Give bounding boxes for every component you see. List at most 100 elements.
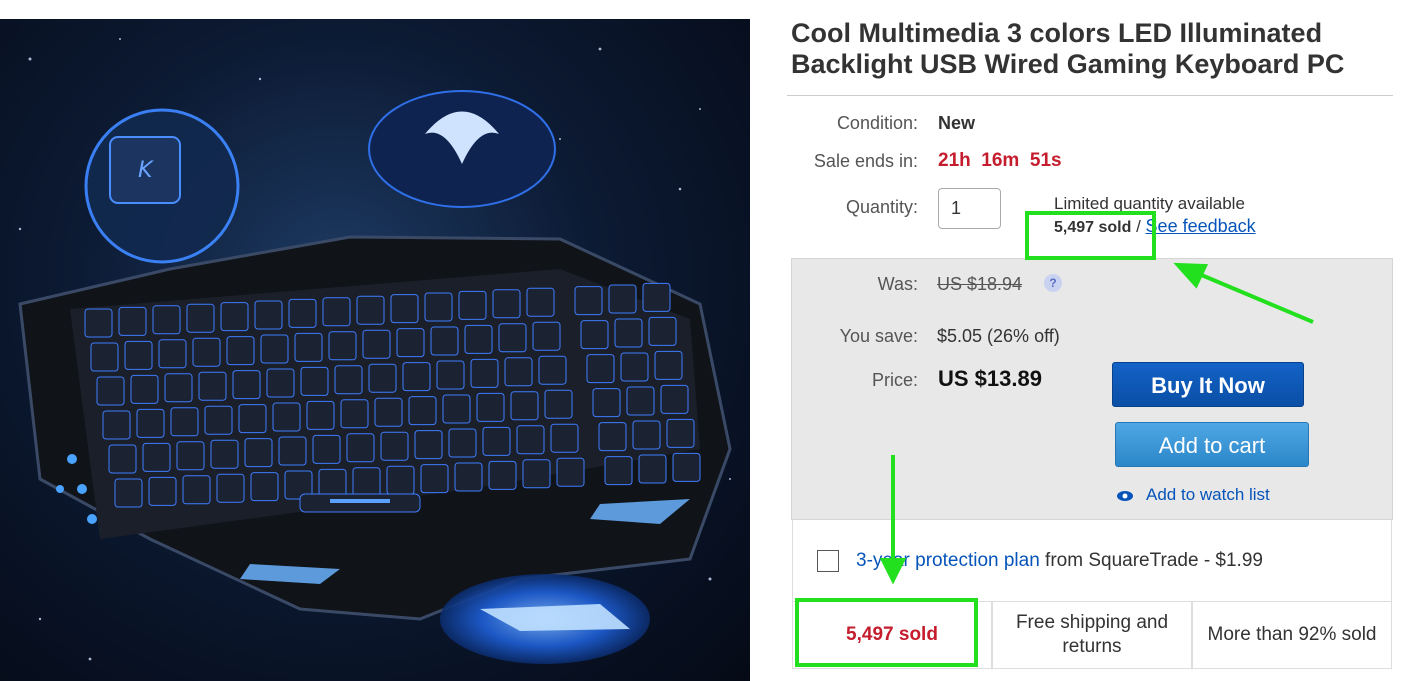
keyboard-key — [356, 295, 385, 325]
question-icon[interactable]: ? — [1044, 274, 1062, 292]
keyboard-key — [672, 452, 701, 482]
keyboard-key — [124, 340, 153, 370]
keyboard-key — [108, 444, 137, 474]
keyboard-key — [402, 362, 431, 392]
product-image[interactable]: K — [0, 19, 750, 681]
keyboard-key — [390, 294, 419, 324]
keyboard-key — [226, 336, 255, 366]
was-label: Was: — [877, 274, 918, 294]
keyboard-key — [482, 426, 511, 456]
keyboard-key — [532, 321, 561, 351]
protection-plan-link[interactable]: 3-year protection plan — [856, 550, 1040, 571]
protection-plan-suffix: from SquareTrade - $1.99 — [1039, 550, 1263, 571]
keyboard-key — [352, 467, 381, 497]
keyboard-key — [130, 374, 159, 404]
keyboard-key — [216, 473, 245, 503]
keyboard-key — [238, 404, 267, 434]
keyboard-key — [598, 422, 627, 452]
keyboard-key — [604, 456, 633, 486]
stat-free-shipping: Free shipping and returns — [992, 601, 1192, 669]
keyboard-key — [340, 399, 369, 429]
keyboard-key — [250, 472, 279, 502]
keyboard-key — [102, 410, 131, 440]
keyboard-key — [272, 402, 301, 432]
keyboard-key — [492, 289, 521, 319]
keyboard-key — [210, 439, 239, 469]
keyboard-key — [476, 392, 505, 422]
keyboard-key — [592, 388, 621, 418]
keyboard-key — [660, 384, 689, 414]
keyboard-key — [666, 418, 695, 448]
keyboard-key — [414, 430, 443, 460]
keyboard-key — [294, 332, 323, 362]
keyboard-key — [374, 397, 403, 427]
keyboard-key — [170, 407, 199, 437]
condition-label: Condition: — [836, 113, 918, 133]
keyboard-key — [186, 303, 215, 333]
keyboard-key — [362, 329, 391, 359]
keyboard-key — [550, 423, 579, 453]
keyboard-key — [220, 302, 249, 332]
keyboard-key — [204, 405, 233, 435]
keyboard-key — [586, 354, 615, 384]
keyboard-key — [84, 308, 113, 338]
keyboard-key — [232, 370, 261, 400]
keyboard-key — [90, 342, 119, 372]
stat-percent-sold: More than 92% sold — [1192, 601, 1392, 669]
keyboard-key — [580, 320, 609, 350]
keyboard-key — [498, 323, 527, 353]
keyboard-key — [488, 460, 517, 490]
quantity-input[interactable] — [938, 188, 1001, 229]
keyboard-key — [424, 292, 453, 322]
highlight-box-top — [1025, 211, 1156, 260]
keyboard-key — [642, 282, 671, 312]
buy-it-now-button[interactable]: Buy It Now — [1112, 362, 1304, 407]
quantity-label: Quantity: — [845, 197, 918, 217]
keyboard-key — [620, 352, 649, 382]
keyboard-key — [278, 436, 307, 466]
keyboard-key — [526, 287, 555, 317]
product-title: Cool Multimedia 3 colors LED Illuminated… — [791, 18, 1345, 79]
title-divider — [787, 95, 1393, 96]
keyboard-key — [436, 360, 465, 390]
keyboard-key — [254, 300, 283, 330]
keyboard-key — [632, 420, 661, 450]
keyboard-key — [114, 478, 143, 508]
keyboard-key — [142, 442, 171, 472]
keyboard-key — [504, 357, 533, 387]
keyboard-key — [300, 366, 329, 396]
keyboard-key — [574, 286, 603, 316]
keyboard-key — [614, 318, 643, 348]
keyboard-key — [626, 386, 655, 416]
stat-percent-text: More than 92% sold — [1207, 624, 1377, 645]
keyboard-key — [322, 297, 351, 327]
add-to-watch-list-link[interactable]: Add to watch list — [1116, 485, 1270, 505]
highlight-box-bottom — [795, 598, 978, 667]
keyboard-key — [386, 465, 415, 495]
keyboard-key — [654, 350, 683, 380]
was-price: US $18.94 — [937, 274, 1023, 294]
keyboard-key — [96, 376, 125, 406]
keyboard-key — [192, 337, 221, 367]
protection-plan-checkbox[interactable] — [817, 550, 839, 572]
see-feedback-link[interactable]: See feedback — [1146, 216, 1256, 236]
keyboard-key — [318, 468, 347, 498]
sale-countdown: 21h 16m 51s — [938, 150, 1062, 171]
keyboard-key — [148, 476, 177, 506]
keyboard-key — [448, 428, 477, 458]
keyboard-key — [118, 306, 147, 336]
keyboard-key — [368, 363, 397, 393]
svg-text:K: K — [138, 158, 154, 183]
keyboard-key — [346, 433, 375, 463]
keyboard-key — [266, 368, 295, 398]
stat-shipping-text: Free shipping and returns — [1015, 612, 1169, 657]
keyboard-key — [396, 328, 425, 358]
keyboard-key — [306, 400, 335, 430]
keyboard-key — [164, 373, 193, 403]
keyboard-key — [198, 371, 227, 401]
keyboard-key — [420, 464, 449, 494]
keyboard-key — [136, 408, 165, 438]
keyboard-key — [288, 298, 317, 328]
add-to-cart-button[interactable]: Add to cart — [1115, 422, 1309, 467]
keyboard-key — [464, 324, 493, 354]
